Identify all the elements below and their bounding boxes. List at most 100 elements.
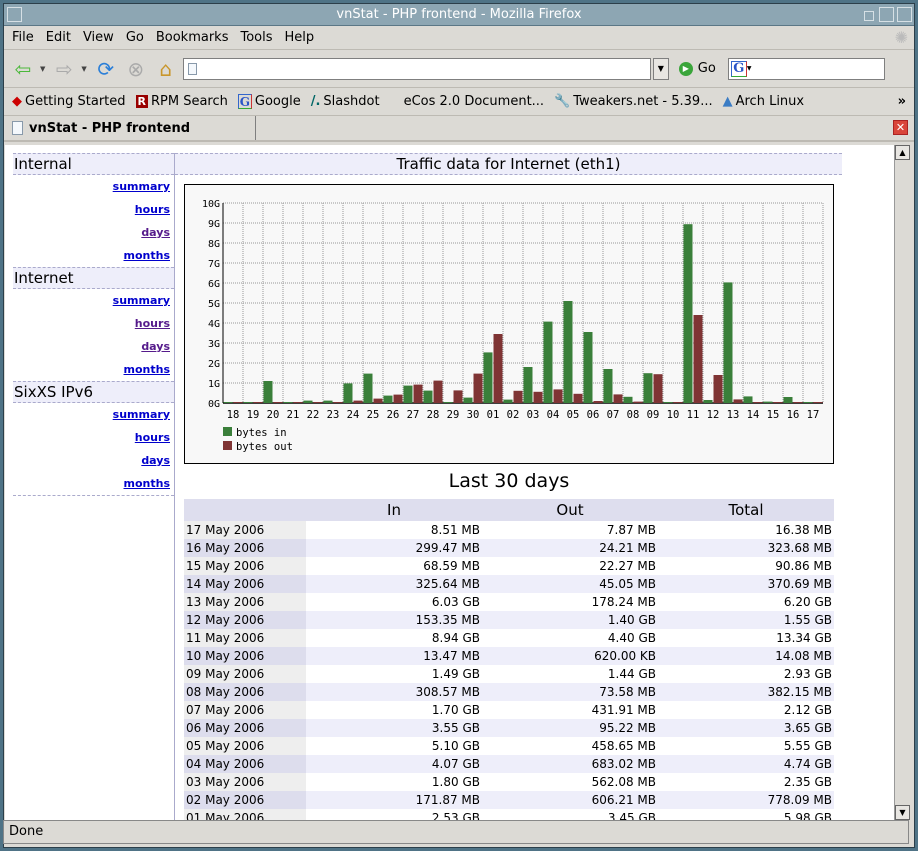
bar-bytes-out: [813, 402, 823, 403]
cell-date: 10 May 2006: [184, 647, 306, 665]
sidebar-link-hours[interactable]: hours: [135, 203, 170, 216]
scroll-up-button[interactable]: ▲: [895, 145, 910, 160]
cell-in: 8.51 MB: [430, 523, 480, 537]
forward-arrow-icon: ⇨: [56, 56, 73, 81]
bookmark-arch-linux[interactable]: ▲ Arch Linux: [723, 94, 805, 109]
cell-in: 1.80 GB: [431, 775, 480, 789]
table-row: 15 May 2006 68.59 MB 22.27 MB 90.86 MB: [184, 557, 834, 575]
go-label: Go: [697, 61, 716, 76]
days-table: In Out Total 17 May 2006 8.51 MB 7.87 MB 16…: [184, 499, 834, 820]
sidebar-link-row: summary: [13, 175, 174, 198]
url-input[interactable]: [182, 57, 651, 80]
cell-date: 04 May 2006: [184, 755, 306, 773]
title-bar: vnStat - PHP frontend - Mozilla Firefox: [4, 4, 914, 26]
maximize-button[interactable]: [879, 7, 894, 22]
sidebar-link-days[interactable]: days: [141, 340, 170, 353]
bookmark-label: Google: [254, 94, 301, 109]
sidebar-link-summary[interactable]: summary: [113, 294, 170, 307]
y-tick-label: 8G: [208, 239, 220, 250]
bar-bytes-out: [273, 402, 283, 403]
cell-in: 4.07 GB: [306, 755, 482, 773]
bar-bytes-in: [423, 390, 433, 403]
x-tick-label: 27: [407, 409, 420, 421]
menu-file[interactable]: File: [12, 30, 34, 45]
y-tick-label: 6G: [208, 279, 220, 290]
bookmarks-overflow-chevron[interactable]: »: [898, 94, 906, 109]
sidebar-link-hours[interactable]: hours: [135, 317, 170, 330]
table-row: 11 May 2006 8.94 GB 4.40 GB 13.34 GB: [184, 629, 834, 647]
cell-date: 08 May 2006: [184, 683, 306, 701]
x-tick-label: 17: [807, 409, 820, 421]
search-input[interactable]: G ▼: [727, 57, 885, 80]
bookmark-rpm-search[interactable]: R RPM Search: [135, 94, 228, 109]
sidebar-link-months[interactable]: months: [124, 249, 171, 262]
bar-bytes-in: [263, 381, 273, 403]
bookmark-slashdot[interactable]: /. Slashdot: [311, 94, 380, 109]
minimize-button[interactable]: [864, 11, 874, 21]
cell-date: 16 May 2006: [184, 539, 306, 557]
bar-bytes-in: [583, 332, 593, 403]
bar-bytes-out: [413, 384, 423, 403]
bar-bytes-in: [723, 282, 733, 403]
home-icon: ⌂: [159, 56, 173, 81]
cell-in: 299.47 MB: [306, 539, 482, 557]
page-content: Internal summary hours days months Internet su…: [5, 145, 894, 820]
sidebar-link-days[interactable]: days: [141, 226, 170, 239]
scroll-down-button[interactable]: ▼: [895, 805, 910, 820]
bookmark-label: Slashdot: [323, 94, 380, 109]
sidebar-section-title: Internal: [13, 153, 174, 175]
menu-view[interactable]: View: [83, 30, 114, 45]
go-button[interactable]: ▶ Go: [678, 61, 716, 76]
cell-in: 8.94 GB: [431, 631, 480, 645]
bar-bytes-in: [783, 397, 793, 403]
google-search-engine-icon[interactable]: G: [730, 60, 747, 77]
sidebar-link-hours[interactable]: hours: [135, 431, 170, 444]
back-button[interactable]: ⇦: [10, 56, 36, 82]
tab-vnstat[interactable]: vnStat - PHP frontend: [4, 116, 256, 140]
status-text: Done: [9, 824, 44, 839]
menu-tools[interactable]: Tools: [240, 30, 272, 45]
window-menu-button[interactable]: [7, 7, 22, 22]
sidebar-link-summary[interactable]: summary: [113, 408, 170, 421]
status-bar: Done: [3, 820, 909, 844]
home-button[interactable]: ⌂: [153, 56, 179, 82]
redhat-icon: ◆: [12, 94, 22, 109]
menu-go[interactable]: Go: [126, 30, 144, 45]
url-history-dropdown[interactable]: ▼: [652, 57, 669, 80]
menu-bookmarks[interactable]: Bookmarks: [156, 30, 229, 45]
cell-total: 13.34 GB: [776, 631, 832, 645]
x-tick-label: 26: [387, 409, 400, 421]
reload-button[interactable]: ⟳: [93, 56, 119, 82]
sidebar-link-row: months: [13, 358, 174, 381]
bar-bytes-in: [223, 402, 233, 403]
sidebar-link-row: hours: [13, 426, 174, 449]
sidebar-section-title: Internet: [13, 267, 174, 289]
table-row: 16 May 2006 299.47 MB 24.21 MB 323.68 MB: [184, 539, 834, 557]
menu-help[interactable]: Help: [285, 30, 315, 45]
forward-history-dropdown[interactable]: ▼: [81, 65, 86, 73]
bar-bytes-in: [523, 367, 533, 403]
bar-bytes-out: [233, 402, 243, 403]
cell-date: 13 May 2006: [184, 593, 306, 611]
sidebar-link-months[interactable]: months: [124, 363, 171, 376]
x-tick-label: 15: [767, 409, 780, 421]
bookmark-google[interactable]: G Google: [237, 94, 301, 109]
cell-out: 45.05 MB: [482, 575, 658, 593]
bookmark-ecos[interactable]: eCos 2.0 Document...: [404, 94, 545, 109]
sidebar-link-summary[interactable]: summary: [113, 180, 170, 193]
stop-button[interactable]: ⊗: [123, 56, 149, 82]
forward-button[interactable]: ⇨: [51, 56, 77, 82]
menu-edit[interactable]: Edit: [46, 30, 71, 45]
bookmark-getting-started[interactable]: ◆ Getting Started: [12, 94, 126, 109]
x-tick-label: 16: [787, 409, 800, 421]
back-history-dropdown[interactable]: ▼: [40, 65, 45, 73]
cell-in: 13.47 MB: [306, 647, 482, 665]
close-tab-button[interactable]: ✕: [893, 120, 908, 135]
sidebar-link-days[interactable]: days: [141, 454, 170, 467]
y-tick-label: 5G: [208, 299, 220, 310]
sidebar-link-months[interactable]: months: [124, 477, 171, 490]
vertical-scrollbar[interactable]: ▲ ▼: [894, 145, 910, 820]
bookmark-tweakers[interactable]: 🔧 Tweakers.net - 5.39...: [554, 94, 713, 109]
cell-in: 308.57 MB: [306, 683, 482, 701]
close-window-button[interactable]: [897, 7, 912, 22]
